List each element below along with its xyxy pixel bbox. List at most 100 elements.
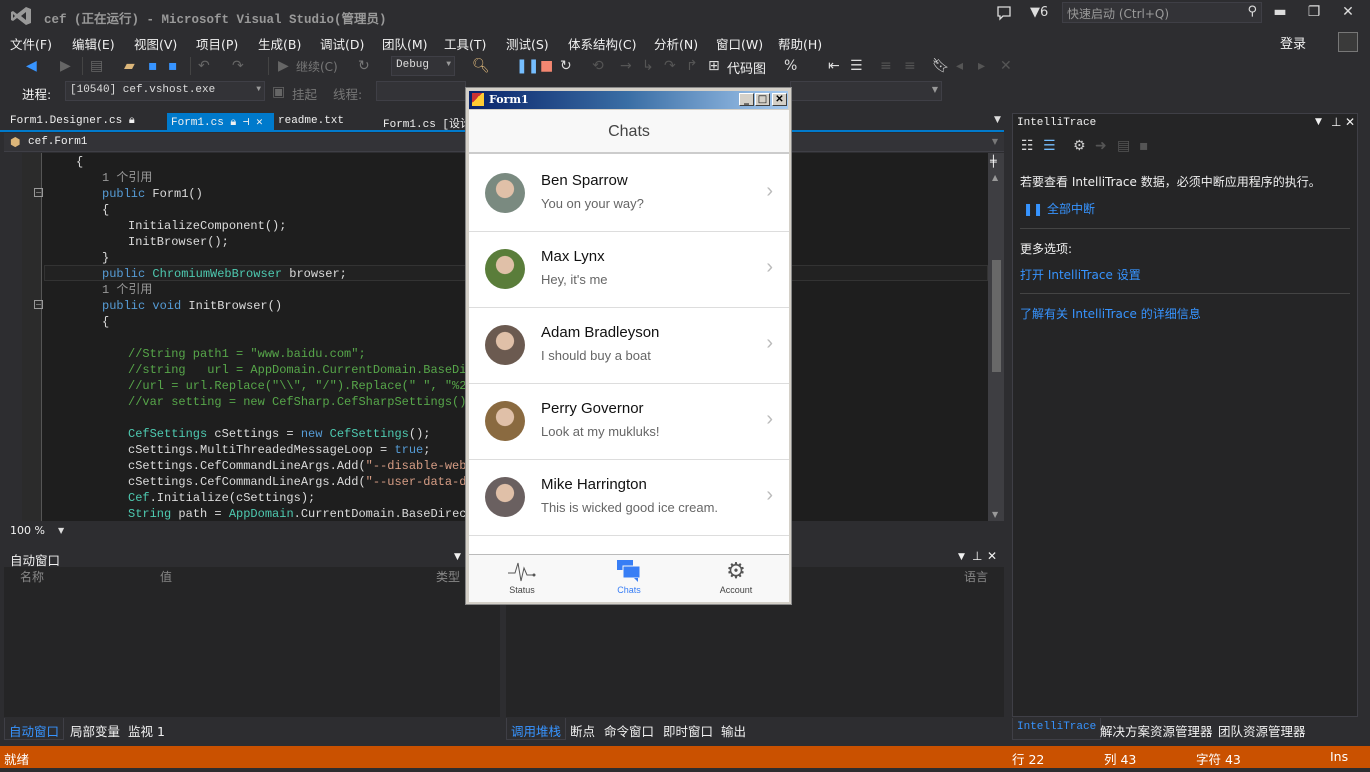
- code-line[interactable]: 1 个引用: [102, 282, 152, 298]
- app-tab-status[interactable]: Status: [469, 555, 575, 602]
- menu-tools[interactable]: 工具(T): [444, 34, 486, 53]
- undo-icon[interactable]: ↶: [198, 58, 210, 74]
- step-out-icon[interactable]: ↱: [686, 58, 698, 74]
- tab-watch1[interactable]: 监视 1: [124, 718, 169, 740]
- app-tab-chats[interactable]: Chats: [576, 555, 682, 602]
- panel-dropdown-icon[interactable]: ▼: [1315, 117, 1322, 127]
- save-icon[interactable]: ▪: [148, 58, 158, 74]
- new-project-icon[interactable]: ▤: [90, 58, 103, 74]
- stack-frame-select[interactable]: ▼: [790, 81, 942, 101]
- notification-icon[interactable]: [996, 5, 1012, 21]
- continue-icon[interactable]: ▶: [278, 58, 289, 74]
- step-into-icon[interactable]: ↳: [642, 58, 654, 74]
- suspend-button[interactable]: 挂起: [292, 84, 317, 103]
- menu-debug[interactable]: 调试(D): [320, 34, 364, 53]
- auto-window-dropdown-icon[interactable]: ▼: [454, 552, 461, 562]
- menu-window[interactable]: 窗口(W): [716, 34, 763, 53]
- menu-test[interactable]: 测试(S): [506, 34, 549, 53]
- tab-readme[interactable]: readme.txt: [274, 113, 348, 131]
- calls-view-icon[interactable]: ☰: [1043, 138, 1056, 154]
- scroll-up-icon[interactable]: ▲: [992, 173, 998, 182]
- menu-view[interactable]: 视图(V): [134, 34, 177, 53]
- code-line[interactable]: {: [102, 202, 109, 218]
- tab-form1-designer[interactable]: Form1.Designer.cs 🔒︎: [6, 113, 139, 131]
- clear-bookmarks-icon[interactable]: ✕: [1000, 58, 1012, 74]
- restart-icon[interactable]: ↻: [358, 58, 370, 74]
- tab-autos[interactable]: 自动窗口: [4, 718, 65, 740]
- zoom-level-select[interactable]: 100 %: [10, 524, 45, 537]
- pin-icon[interactable]: ⊥: [1331, 115, 1341, 129]
- close-panel-icon[interactable]: ✕: [1345, 115, 1355, 129]
- form-maximize-button[interactable]: □: [755, 93, 770, 106]
- menu-project[interactable]: 项目(P): [196, 34, 238, 53]
- pin-icon[interactable]: ⊣: [243, 117, 250, 129]
- minimize-button[interactable]: ▬: [1270, 4, 1290, 22]
- column-header-name[interactable]: 名称: [20, 568, 44, 585]
- call-stack-dropdown-icon[interactable]: ▼: [958, 552, 965, 562]
- zoom-dropdown-icon[interactable]: ▼: [58, 526, 64, 535]
- tab-team-explorer[interactable]: 团队资源管理器: [1214, 718, 1310, 740]
- continue-button[interactable]: 继续(C): [296, 58, 338, 75]
- editor-vertical-scrollbar[interactable]: ╪ ▲ ▼: [988, 153, 1004, 521]
- chat-item[interactable]: Adam Bradleyson I should buy a boat ›: [469, 308, 789, 384]
- open-settings-link[interactable]: 打开 IntelliTrace 设置: [1020, 266, 1141, 283]
- tab-call-stack[interactable]: 调用堆栈: [506, 718, 567, 740]
- column-header-language[interactable]: 语言: [964, 568, 988, 585]
- menu-help[interactable]: 帮助(H): [778, 34, 822, 53]
- code-line[interactable]: //var setting = new CefSharp.CefSharpSet…: [128, 394, 474, 410]
- code-line[interactable]: cSettings.MultiThreadedMessageLoop = tru…: [128, 442, 430, 458]
- bookmark-icon[interactable]: 🔖︎: [932, 58, 950, 74]
- breakpoint-toggle-icon[interactable]: %: [784, 58, 797, 74]
- code-line[interactable]: {: [102, 314, 109, 330]
- stop-debugging-icon[interactable]: ■: [540, 58, 553, 74]
- menu-build[interactable]: 生成(B): [258, 34, 301, 53]
- uncomment-icon[interactable]: ≡: [904, 58, 916, 74]
- navigate-forward-icon[interactable]: ▶: [60, 58, 71, 74]
- code-line[interactable]: {: [76, 154, 83, 170]
- split-icon[interactable]: ╪: [990, 155, 997, 168]
- tab-command-window[interactable]: 命令窗口: [600, 718, 658, 740]
- code-line[interactable]: CefSettings cSettings = new CefSettings(…: [128, 426, 430, 442]
- close-tab-icon[interactable]: ✕: [256, 117, 263, 129]
- member-dropdown[interactable]: ▼: [992, 137, 998, 146]
- code-line[interactable]: Cef.Initialize(cSettings);: [128, 490, 315, 506]
- apply-code-changes-icon[interactable]: ⟲: [592, 58, 604, 74]
- column-header-type[interactable]: 类型: [436, 568, 460, 585]
- code-map-button[interactable]: 代码图: [727, 58, 766, 77]
- save-log-icon[interactable]: ▪: [1139, 138, 1149, 154]
- find-in-files-icon[interactable]: 🔍︎: [472, 58, 490, 74]
- show-next-statement-icon[interactable]: →: [620, 58, 632, 74]
- menu-analyze[interactable]: 分析(N): [654, 34, 698, 53]
- chat-item[interactable]: Max Lynx Hey, it's me ›: [469, 232, 789, 308]
- code-line[interactable]: //string url = AppDomain.CurrentDomain.B…: [128, 362, 474, 378]
- save-all-icon[interactable]: ▪: [168, 58, 178, 74]
- sign-in-link[interactable]: 登录: [1280, 33, 1306, 52]
- step-over-icon[interactable]: ↷: [664, 58, 676, 74]
- process-select[interactable]: [10540] cef.vshost.exe ▼: [65, 81, 265, 101]
- tab-immediate-window[interactable]: 即时窗口: [659, 718, 717, 740]
- menu-architecture[interactable]: 体系结构(C): [568, 34, 636, 53]
- suspend-icon[interactable]: ▣: [272, 84, 285, 100]
- menu-edit[interactable]: 编辑(E): [72, 34, 115, 53]
- chat-item[interactable]: Mike Harrington This is wicked good ice …: [469, 460, 789, 536]
- collapse-icon[interactable]: −: [34, 300, 43, 309]
- learn-more-link[interactable]: 了解有关 IntelliTrace 的详细信息: [1020, 305, 1201, 322]
- code-line[interactable]: InitBrowser();: [128, 234, 229, 250]
- code-line[interactable]: public ChromiumWebBrowser browser;: [102, 266, 347, 282]
- chat-item[interactable]: Perry Governor Look at my mukluks! ›: [469, 384, 789, 460]
- form-minimize-button[interactable]: _: [739, 93, 754, 106]
- form-close-button[interactable]: ✕: [772, 93, 787, 106]
- code-line[interactable]: public Form1(): [102, 186, 203, 202]
- pin-icon[interactable]: ⊥: [972, 549, 982, 563]
- tab-form1-cs[interactable]: Form1.cs 🔒︎ ⊣ ✕: [167, 113, 274, 131]
- app-tab-account[interactable]: ⚙ Account: [683, 555, 789, 602]
- tab-overflow-dropdown[interactable]: ▼: [994, 115, 1001, 125]
- break-all-icon[interactable]: ❚❚: [516, 58, 539, 74]
- code-line[interactable]: public void InitBrowser(): [102, 298, 282, 314]
- tab-locals[interactable]: 局部变量: [66, 718, 124, 740]
- break-all-link[interactable]: ❚❚ 全部中断: [1023, 200, 1095, 217]
- quick-launch-input[interactable]: 快速启动 (Ctrl+Q) ⚲: [1062, 2, 1262, 23]
- scroll-down-icon[interactable]: ▼: [992, 510, 998, 519]
- form1-title-bar[interactable]: Form1 _ □ ✕: [469, 91, 788, 109]
- events-view-icon[interactable]: ☷: [1021, 138, 1034, 154]
